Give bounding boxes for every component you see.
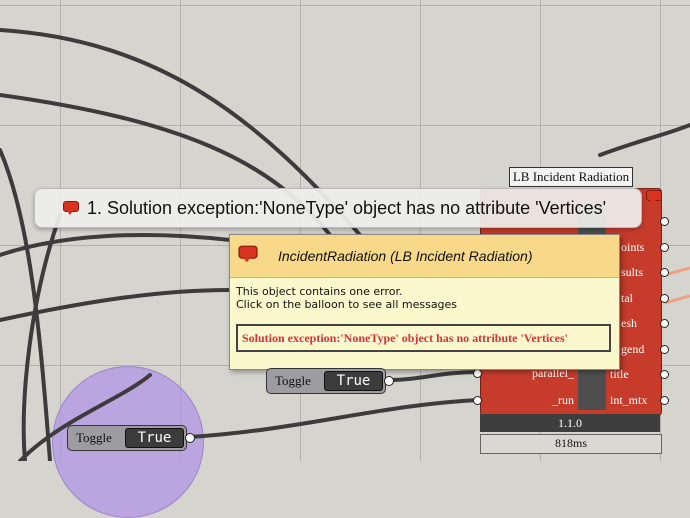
tooltip-header: IncidentRadiation (LB Incident Radiation… — [230, 235, 619, 278]
output-port-points[interactable] — [660, 243, 669, 252]
output-port-int-mtx[interactable] — [660, 396, 669, 405]
input-port-run[interactable] — [473, 396, 482, 405]
output-port-mesh[interactable] — [660, 319, 669, 328]
output-port-results[interactable] — [660, 268, 669, 277]
input-port-parallel[interactable] — [473, 369, 482, 378]
tooltip-line-1: This object contains one error. — [236, 285, 403, 298]
component-timing: 818ms — [480, 434, 662, 454]
boolean-toggle[interactable]: Toggle True — [266, 368, 386, 394]
error-message-bar[interactable]: 1. Solution exception:'NoneType' object … — [34, 188, 642, 228]
tooltip-error-message[interactable]: Solution exception:'NoneType' object has… — [236, 324, 611, 352]
boolean-toggle[interactable]: Toggle True — [67, 425, 187, 451]
toggle-output-port[interactable] — [384, 376, 394, 386]
toggle-label: Toggle — [76, 430, 112, 445]
tooltip-line-2: Click on the balloon to see all messages — [236, 298, 458, 311]
output-label-int-mtx: int_mtx — [610, 393, 648, 407]
error-balloon-icon[interactable] — [646, 190, 662, 204]
error-balloon-icon — [238, 245, 258, 263]
tooltip-title: IncidentRadiation (LB Incident Radiation… — [278, 248, 533, 264]
toggle-value[interactable]: True — [324, 371, 383, 391]
output-port-total[interactable] — [660, 294, 669, 303]
error-message-text: 1. Solution exception:'NoneType' object … — [87, 198, 607, 218]
toggle-label: Toggle — [275, 373, 311, 388]
component-tooltip[interactable]: IncidentRadiation (LB Incident Radiation… — [229, 234, 620, 370]
output-port-top[interactable] — [660, 217, 669, 226]
wire — [188, 398, 480, 439]
output-port-title[interactable] — [660, 370, 669, 379]
output-label-mesh: esh — [621, 316, 637, 330]
output-label-total: tal — [621, 291, 633, 305]
component-name-label: LB Incident Radiation — [509, 167, 633, 187]
component-version: 1.1.0 — [480, 414, 660, 432]
wire — [388, 370, 480, 382]
wire — [0, 233, 232, 257]
output-label-results: sults — [621, 265, 644, 279]
toggle-value[interactable]: True — [125, 428, 184, 448]
output-label-legend: gend — [621, 342, 645, 356]
output-label-points: oints — [621, 240, 645, 254]
error-balloon-icon — [63, 201, 79, 215]
input-label-run: _run — [552, 393, 574, 407]
output-port-legend[interactable] — [660, 345, 669, 354]
toggle-output-port[interactable] — [185, 433, 195, 443]
wire — [598, 123, 690, 157]
